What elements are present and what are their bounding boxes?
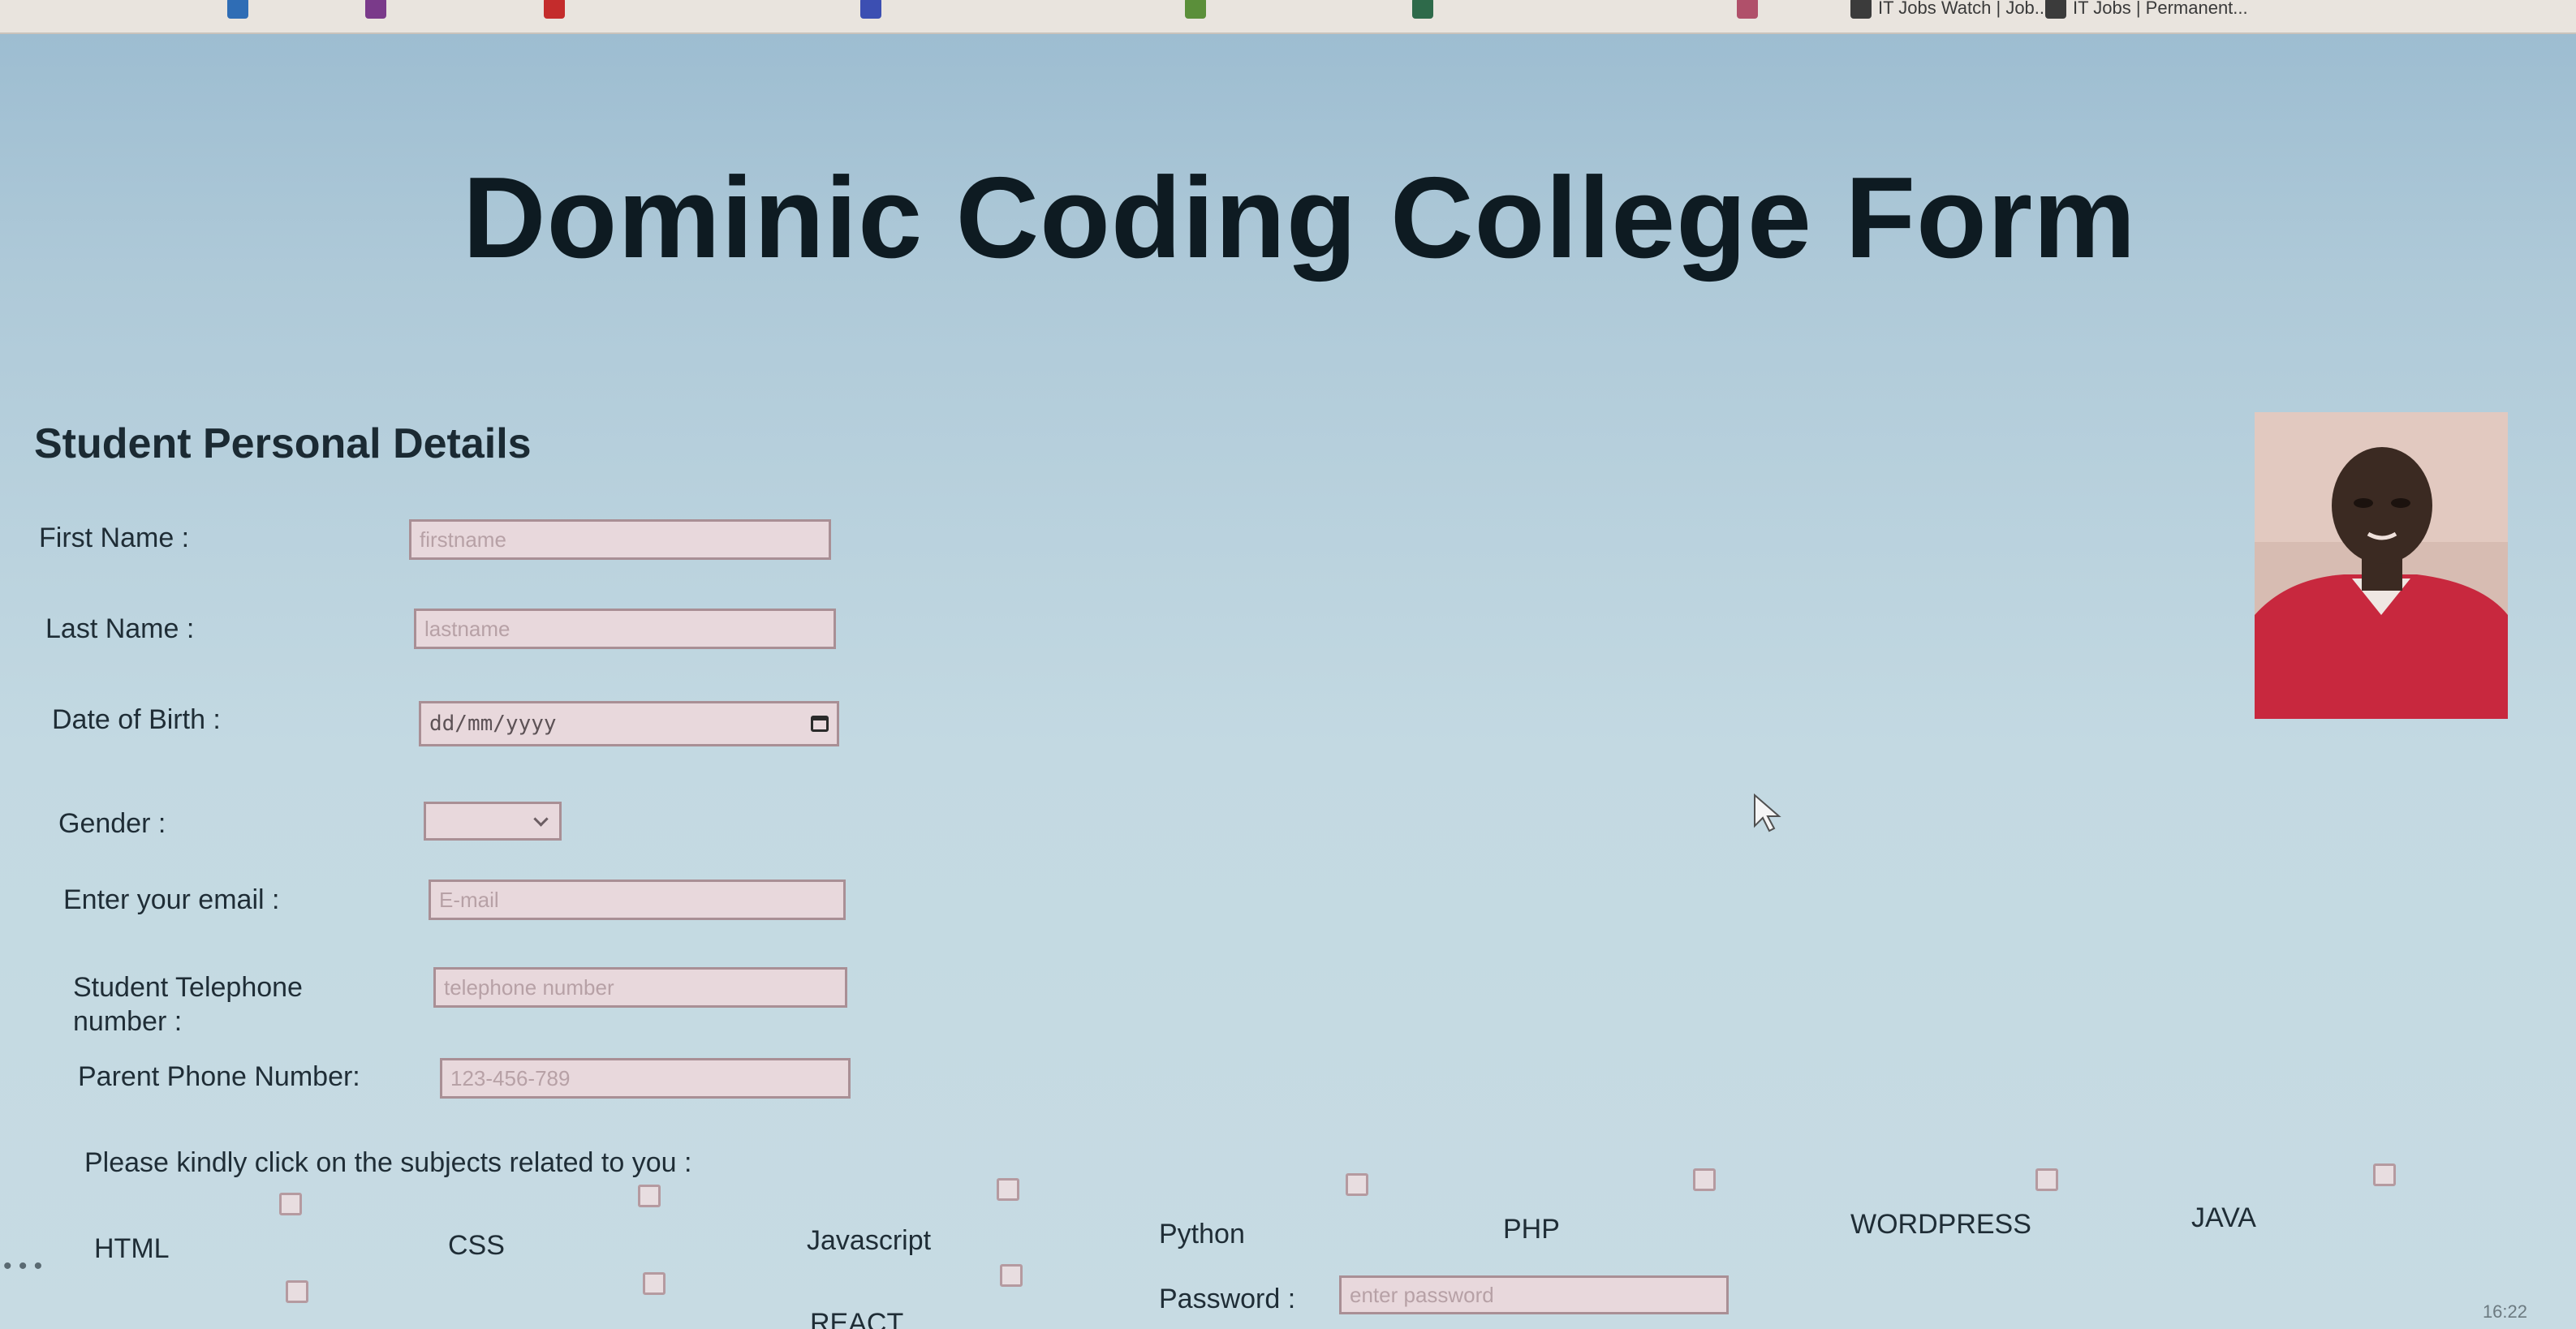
chevron-down-icon [533, 811, 549, 827]
profile-photo [2255, 412, 2508, 719]
email-input[interactable]: E-mail [429, 880, 846, 920]
parent-phone-input[interactable]: 123-456-789 [440, 1058, 851, 1099]
student-phone-label-line2: number : [73, 1006, 183, 1037]
checkbox-react[interactable] [1000, 1264, 1023, 1287]
bookmark-label: IT Jobs Watch | Job... [1878, 0, 2050, 18]
email-placeholder: E-mail [439, 887, 499, 912]
subjects-prompt: Please kindly click on the subjects rela… [84, 1147, 692, 1178]
section-heading: Student Personal Details [34, 420, 532, 467]
bookmark-icon [1850, 0, 1872, 19]
bookmark-icon [1185, 0, 1206, 19]
gender-select[interactable] [424, 802, 562, 841]
bookmark-item[interactable]: IT Jobs | Permanent... [2045, 0, 2248, 19]
taskbar-clock: 16:22 [2482, 1301, 2527, 1322]
parent-phone-placeholder: 123-456-789 [450, 1065, 571, 1090]
dob-label: Date of Birth : [52, 704, 221, 735]
checkbox-row2-2[interactable] [643, 1272, 666, 1295]
mouse-cursor-icon [1754, 794, 1781, 832]
checkbox-java[interactable] [2373, 1163, 2396, 1186]
bookmark-icon [1412, 0, 1433, 19]
bookmark-item[interactable]: IT Jobs Watch | Job... [1850, 0, 2049, 19]
subject-javascript: Javascript [807, 1225, 932, 1256]
more-dots-icon: • • • [3, 1253, 43, 1280]
bookmark-item[interactable] [1412, 0, 1558, 19]
checkbox-javascript[interactable] [997, 1178, 1019, 1201]
first-name-placeholder: firstname [420, 527, 506, 552]
last-name-input[interactable]: lastname [414, 609, 836, 649]
page: Dominic Coding College Form Student Pers… [0, 34, 2576, 1329]
last-name-label: Last Name : [45, 613, 195, 644]
bookmark-item[interactable] [544, 0, 690, 19]
student-phone-placeholder: telephone number [444, 974, 614, 1000]
bookmark-icon [2045, 0, 2066, 19]
calendar-icon[interactable] [811, 716, 829, 732]
dob-input[interactable]: dd/mm/yyyy [419, 701, 839, 746]
subject-wordpress: WORDPRESS [1850, 1209, 2031, 1240]
bookmark-icon [365, 0, 386, 19]
screen: IT Jobs Watch | Job... IT Jobs | Permanen… [0, 0, 2576, 1329]
dob-placeholder: dd/mm/yyyy [429, 712, 557, 736]
checkbox-html[interactable] [279, 1193, 302, 1215]
checkbox-row2-1[interactable] [286, 1280, 308, 1303]
student-phone-input[interactable]: telephone number [433, 967, 847, 1008]
page-title: Dominic Coding College Form [463, 153, 2137, 282]
password-label: Password : [1159, 1284, 1296, 1314]
password-placeholder: enter password [1350, 1282, 1494, 1307]
profile-photo-graphic [2255, 412, 2508, 719]
bookmark-item[interactable] [1185, 0, 1331, 19]
subject-php: PHP [1503, 1214, 1560, 1245]
checkbox-php[interactable] [1693, 1168, 1716, 1191]
subject-html: HTML [94, 1233, 170, 1264]
subject-react: REACT [810, 1308, 904, 1329]
subject-css: CSS [448, 1230, 505, 1261]
bookmark-icon [227, 0, 248, 19]
bookmark-icon [860, 0, 881, 19]
checkbox-css[interactable] [638, 1185, 661, 1207]
checkbox-python[interactable] [1346, 1173, 1368, 1196]
student-phone-label-line1: Student Telephone [73, 972, 303, 1003]
bookmark-item[interactable] [365, 0, 511, 19]
password-input[interactable]: enter password [1339, 1275, 1729, 1314]
subject-java: JAVA [2191, 1202, 2256, 1233]
subject-python: Python [1159, 1219, 1245, 1249]
email-label: Enter your email : [63, 884, 280, 915]
first-name-input[interactable]: firstname [409, 519, 831, 560]
checkbox-wordpress[interactable] [2035, 1168, 2058, 1191]
bookmark-item[interactable] [860, 0, 1006, 19]
parent-phone-label: Parent Phone Number: [78, 1061, 360, 1092]
last-name-placeholder: lastname [424, 616, 510, 641]
gender-label: Gender : [58, 808, 166, 839]
bookmark-icon [1737, 0, 1758, 19]
bookmark-label: IT Jobs | Permanent... [2073, 0, 2248, 18]
bookmark-item[interactable] [227, 0, 373, 19]
bookmarks-bar: IT Jobs Watch | Job... IT Jobs | Permanen… [0, 0, 2576, 34]
first-name-label: First Name : [39, 523, 190, 553]
bookmark-icon [544, 0, 565, 19]
